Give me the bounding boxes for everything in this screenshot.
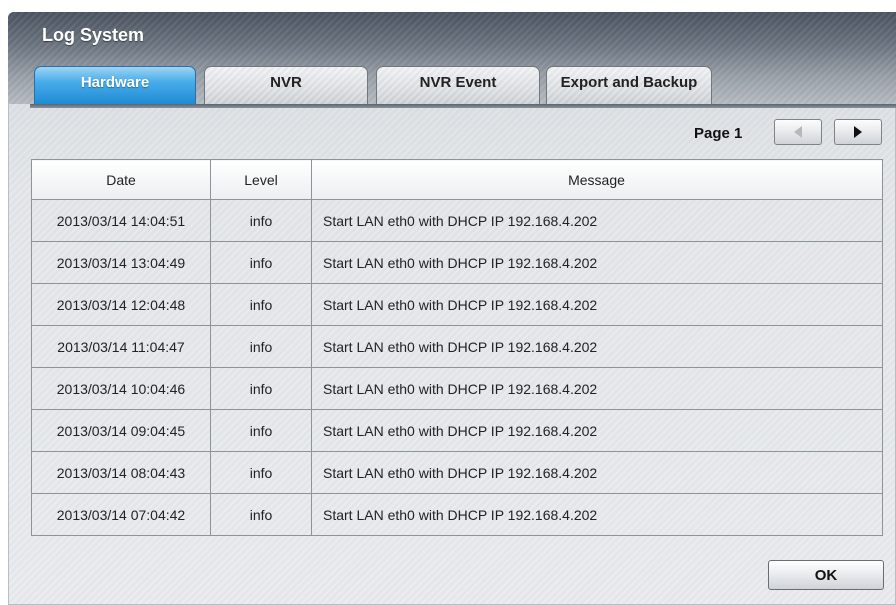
cell-date: 2013/03/14 09:04:45	[31, 409, 211, 452]
previous-page-button[interactable]	[774, 119, 822, 145]
cell-date: 2013/03/14 11:04:47	[31, 325, 211, 368]
cell-message: Start LAN eth0 with DHCP IP 192.168.4.20…	[311, 325, 883, 368]
tab-hardware[interactable]: Hardware	[34, 66, 196, 104]
table-row: 2013/03/14 11:04:47 info Start LAN eth0 …	[31, 325, 883, 368]
cell-level: info	[210, 283, 312, 326]
cell-message: Start LAN eth0 with DHCP IP 192.168.4.20…	[311, 367, 883, 410]
tab-bar-divider	[30, 104, 896, 108]
table-row: 2013/03/14 10:04:46 info Start LAN eth0 …	[31, 367, 883, 410]
cell-level: info	[210, 367, 312, 410]
table-row: 2013/03/14 07:04:42 info Start LAN eth0 …	[31, 493, 883, 536]
cell-level: info	[210, 325, 312, 368]
column-header-message: Message	[311, 159, 883, 200]
log-table: Date Level Message 2013/03/14 14:04:51 i…	[31, 159, 883, 536]
table-row: 2013/03/14 12:04:48 info Start LAN eth0 …	[31, 283, 883, 326]
tab-label: NVR Event	[419, 74, 497, 91]
tab-export-and-backup[interactable]: Export and Backup	[546, 66, 712, 104]
table-row: 2013/03/14 13:04:49 info Start LAN eth0 …	[31, 241, 883, 284]
table-row: 2013/03/14 08:04:43 info Start LAN eth0 …	[31, 451, 883, 494]
cell-message: Start LAN eth0 with DHCP IP 192.168.4.20…	[311, 409, 883, 452]
cell-date: 2013/03/14 10:04:46	[31, 367, 211, 410]
log-system-window: Log System Hardware NVR NVR Event Export…	[8, 12, 896, 605]
cell-message: Start LAN eth0 with DHCP IP 192.168.4.20…	[311, 241, 883, 284]
triangle-left-icon	[794, 126, 802, 138]
cell-message: Start LAN eth0 with DHCP IP 192.168.4.20…	[311, 451, 883, 494]
cell-date: 2013/03/14 08:04:43	[31, 451, 211, 494]
cell-date: 2013/03/14 07:04:42	[31, 493, 211, 536]
tab-label: NVR	[270, 74, 302, 91]
page-indicator: Page 1	[694, 125, 743, 142]
cell-level: info	[210, 199, 312, 242]
cell-level: info	[210, 241, 312, 284]
cell-date: 2013/03/14 13:04:49	[31, 241, 211, 284]
column-header-level: Level	[210, 159, 312, 200]
column-header-date: Date	[31, 159, 211, 200]
cell-level: info	[210, 451, 312, 494]
next-page-button[interactable]	[834, 119, 882, 145]
tab-label: Hardware	[80, 74, 150, 91]
cell-date: 2013/03/14 12:04:48	[31, 283, 211, 326]
tab-nvr[interactable]: NVR	[204, 66, 368, 104]
ok-button[interactable]: OK	[768, 560, 884, 590]
window-title: Log System	[42, 25, 145, 45]
cell-message: Start LAN eth0 with DHCP IP 192.168.4.20…	[311, 199, 883, 242]
cell-level: info	[210, 493, 312, 536]
table-row: 2013/03/14 14:04:51 info Start LAN eth0 …	[31, 199, 883, 242]
tab-nvr-event[interactable]: NVR Event	[376, 66, 540, 104]
ok-button-label: OK	[814, 566, 838, 584]
cell-level: info	[210, 409, 312, 452]
cell-date: 2013/03/14 14:04:51	[31, 199, 211, 242]
table-row: 2013/03/14 09:04:45 info Start LAN eth0 …	[31, 409, 883, 452]
cell-message: Start LAN eth0 with DHCP IP 192.168.4.20…	[311, 283, 883, 326]
tab-label: Export and Backup	[560, 74, 698, 91]
triangle-right-icon	[854, 126, 862, 138]
window-header: Log System Hardware NVR NVR Event Export…	[8, 12, 896, 104]
table-header-row: Date Level Message	[31, 159, 883, 200]
cell-message: Start LAN eth0 with DHCP IP 192.168.4.20…	[311, 493, 883, 536]
